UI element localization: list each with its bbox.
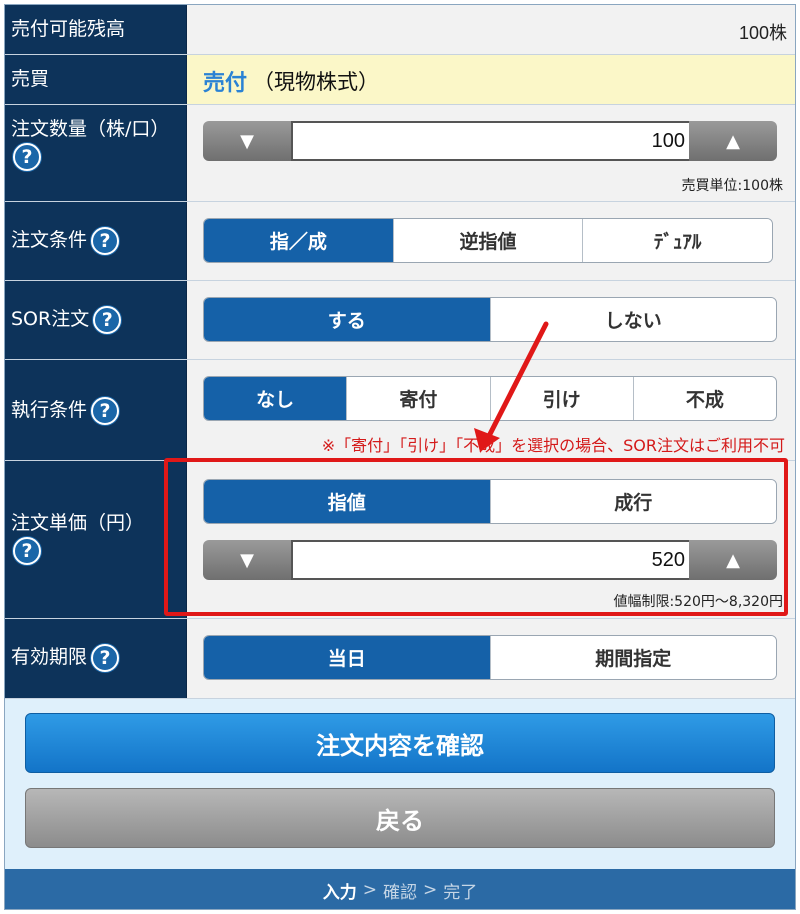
quantity-stepper: ▼ 100 ▲ (203, 121, 777, 161)
step-separator-2: > (423, 880, 438, 900)
execution-segmented: なし 寄付 引け 不成 (203, 376, 777, 421)
trade-type: 売付 (203, 71, 248, 96)
quantity-increment-button[interactable]: ▲ (689, 121, 777, 161)
price-label: 注文単価（円） ? (5, 461, 187, 618)
expiry-help-icon[interactable]: ? (91, 643, 120, 672)
step-complete: 完了 (443, 882, 478, 903)
step-indicator: 入力 > 確認 > 完了 (5, 869, 795, 909)
row-quantity: 注文数量（株/口） ? ▼ 100 ▲ 売買単位:100株 (5, 105, 795, 202)
execution-option-close[interactable]: 引け (489, 377, 633, 420)
condition-option-dual[interactable]: ﾃﾞｭｱﾙ (582, 219, 772, 262)
price-help-icon[interactable]: ? (13, 537, 41, 565)
condition-segmented: 指／成 逆指値 ﾃﾞｭｱﾙ (203, 218, 773, 263)
step-current: 入力 (322, 882, 357, 903)
sor-label: SOR注文? (5, 281, 187, 359)
expiry-segmented: 当日 期間指定 (203, 635, 777, 680)
row-execution: 執行条件? なし 寄付 引け 不成 ※「寄付」「引け」「不成」を選択の場合、SO… (5, 360, 795, 461)
expiry-label: 有効期限? (5, 619, 187, 698)
sor-option-no[interactable]: しない (489, 298, 776, 341)
back-button[interactable]: 戻る (25, 788, 775, 848)
price-input[interactable]: 520 (291, 540, 689, 580)
condition-help-icon[interactable]: ? (91, 226, 120, 255)
expiry-option-period[interactable]: 期間指定 (489, 636, 776, 679)
expiry-option-today[interactable]: 当日 (204, 636, 490, 679)
execution-content: なし 寄付 引け 不成 ※「寄付」「引け」「不成」を選択の場合、SOR注文はご利… (187, 360, 795, 460)
execution-sor-note: ※「寄付」「引け」「不成」を選択の場合、SOR注文はご利用不可 (321, 436, 785, 455)
available-value: 100株 (738, 23, 787, 43)
row-price: 注文単価（円） ? 指値 成行 ▼ 520 ▲ 値幅制限:520円〜8,320円 (5, 461, 795, 619)
condition-label: 注文条件? (5, 202, 187, 280)
quantity-unit-note: 売買単位:100株 (681, 178, 783, 194)
quantity-label: 注文数量（株/口） ? (5, 105, 187, 201)
trade-content: 売付 （現物株式） (187, 55, 795, 104)
quantity-decrement-button[interactable]: ▼ (203, 121, 291, 161)
price-limit-note: 値幅制限:520円〜8,320円 (613, 594, 783, 610)
row-available: 売付可能残高 100株 (5, 5, 795, 55)
execution-label: 執行条件? (5, 360, 187, 460)
trade-label: 売買 (5, 55, 187, 104)
price-increment-button[interactable]: ▲ (689, 540, 777, 580)
quantity-input[interactable]: 100 (291, 121, 689, 161)
quantity-help-icon[interactable]: ? (13, 143, 41, 171)
expiry-content: 当日 期間指定 (187, 619, 795, 698)
row-trade: 売買 売付 （現物株式） (5, 55, 795, 105)
order-form: 売付可能残高 100株 売買 売付 （現物株式） 注文数量（株/口） ? ▼ 1… (4, 4, 796, 910)
sor-segmented: する しない (203, 297, 777, 342)
execution-option-open[interactable]: 寄付 (346, 377, 490, 420)
execution-help-icon[interactable]: ? (91, 396, 120, 425)
step-separator-1: > (362, 880, 377, 900)
row-sor: SOR注文? する しない (5, 281, 795, 360)
price-type-segmented: 指値 成行 (203, 479, 777, 524)
condition-option-stop[interactable]: 逆指値 (392, 219, 583, 262)
price-option-limit[interactable]: 指値 (204, 480, 490, 523)
price-option-market[interactable]: 成行 (489, 480, 776, 523)
price-content: 指値 成行 ▼ 520 ▲ 値幅制限:520円〜8,320円 (187, 461, 795, 618)
sor-option-yes[interactable]: する (204, 298, 490, 341)
price-stepper: ▼ 520 ▲ (203, 540, 777, 580)
step-confirm: 確認 (383, 882, 417, 903)
trade-detail: （現物株式） (253, 70, 379, 94)
sor-help-icon[interactable]: ? (93, 305, 122, 334)
available-label: 売付可能残高 (5, 5, 187, 54)
price-decrement-button[interactable]: ▼ (203, 540, 291, 580)
execution-option-funari[interactable]: 不成 (632, 377, 776, 420)
row-expiry: 有効期限? 当日 期間指定 (5, 619, 795, 699)
condition-option-limit[interactable]: 指／成 (204, 219, 393, 262)
sor-content: する しない (187, 281, 795, 359)
execution-option-none[interactable]: なし (204, 377, 347, 420)
quantity-content: ▼ 100 ▲ 売買単位:100株 (187, 105, 795, 201)
available-content: 100株 (187, 5, 795, 54)
condition-content: 指／成 逆指値 ﾃﾞｭｱﾙ (187, 202, 795, 280)
row-condition: 注文条件? 指／成 逆指値 ﾃﾞｭｱﾙ (5, 202, 795, 281)
confirm-order-button[interactable]: 注文内容を確認 (25, 713, 775, 773)
